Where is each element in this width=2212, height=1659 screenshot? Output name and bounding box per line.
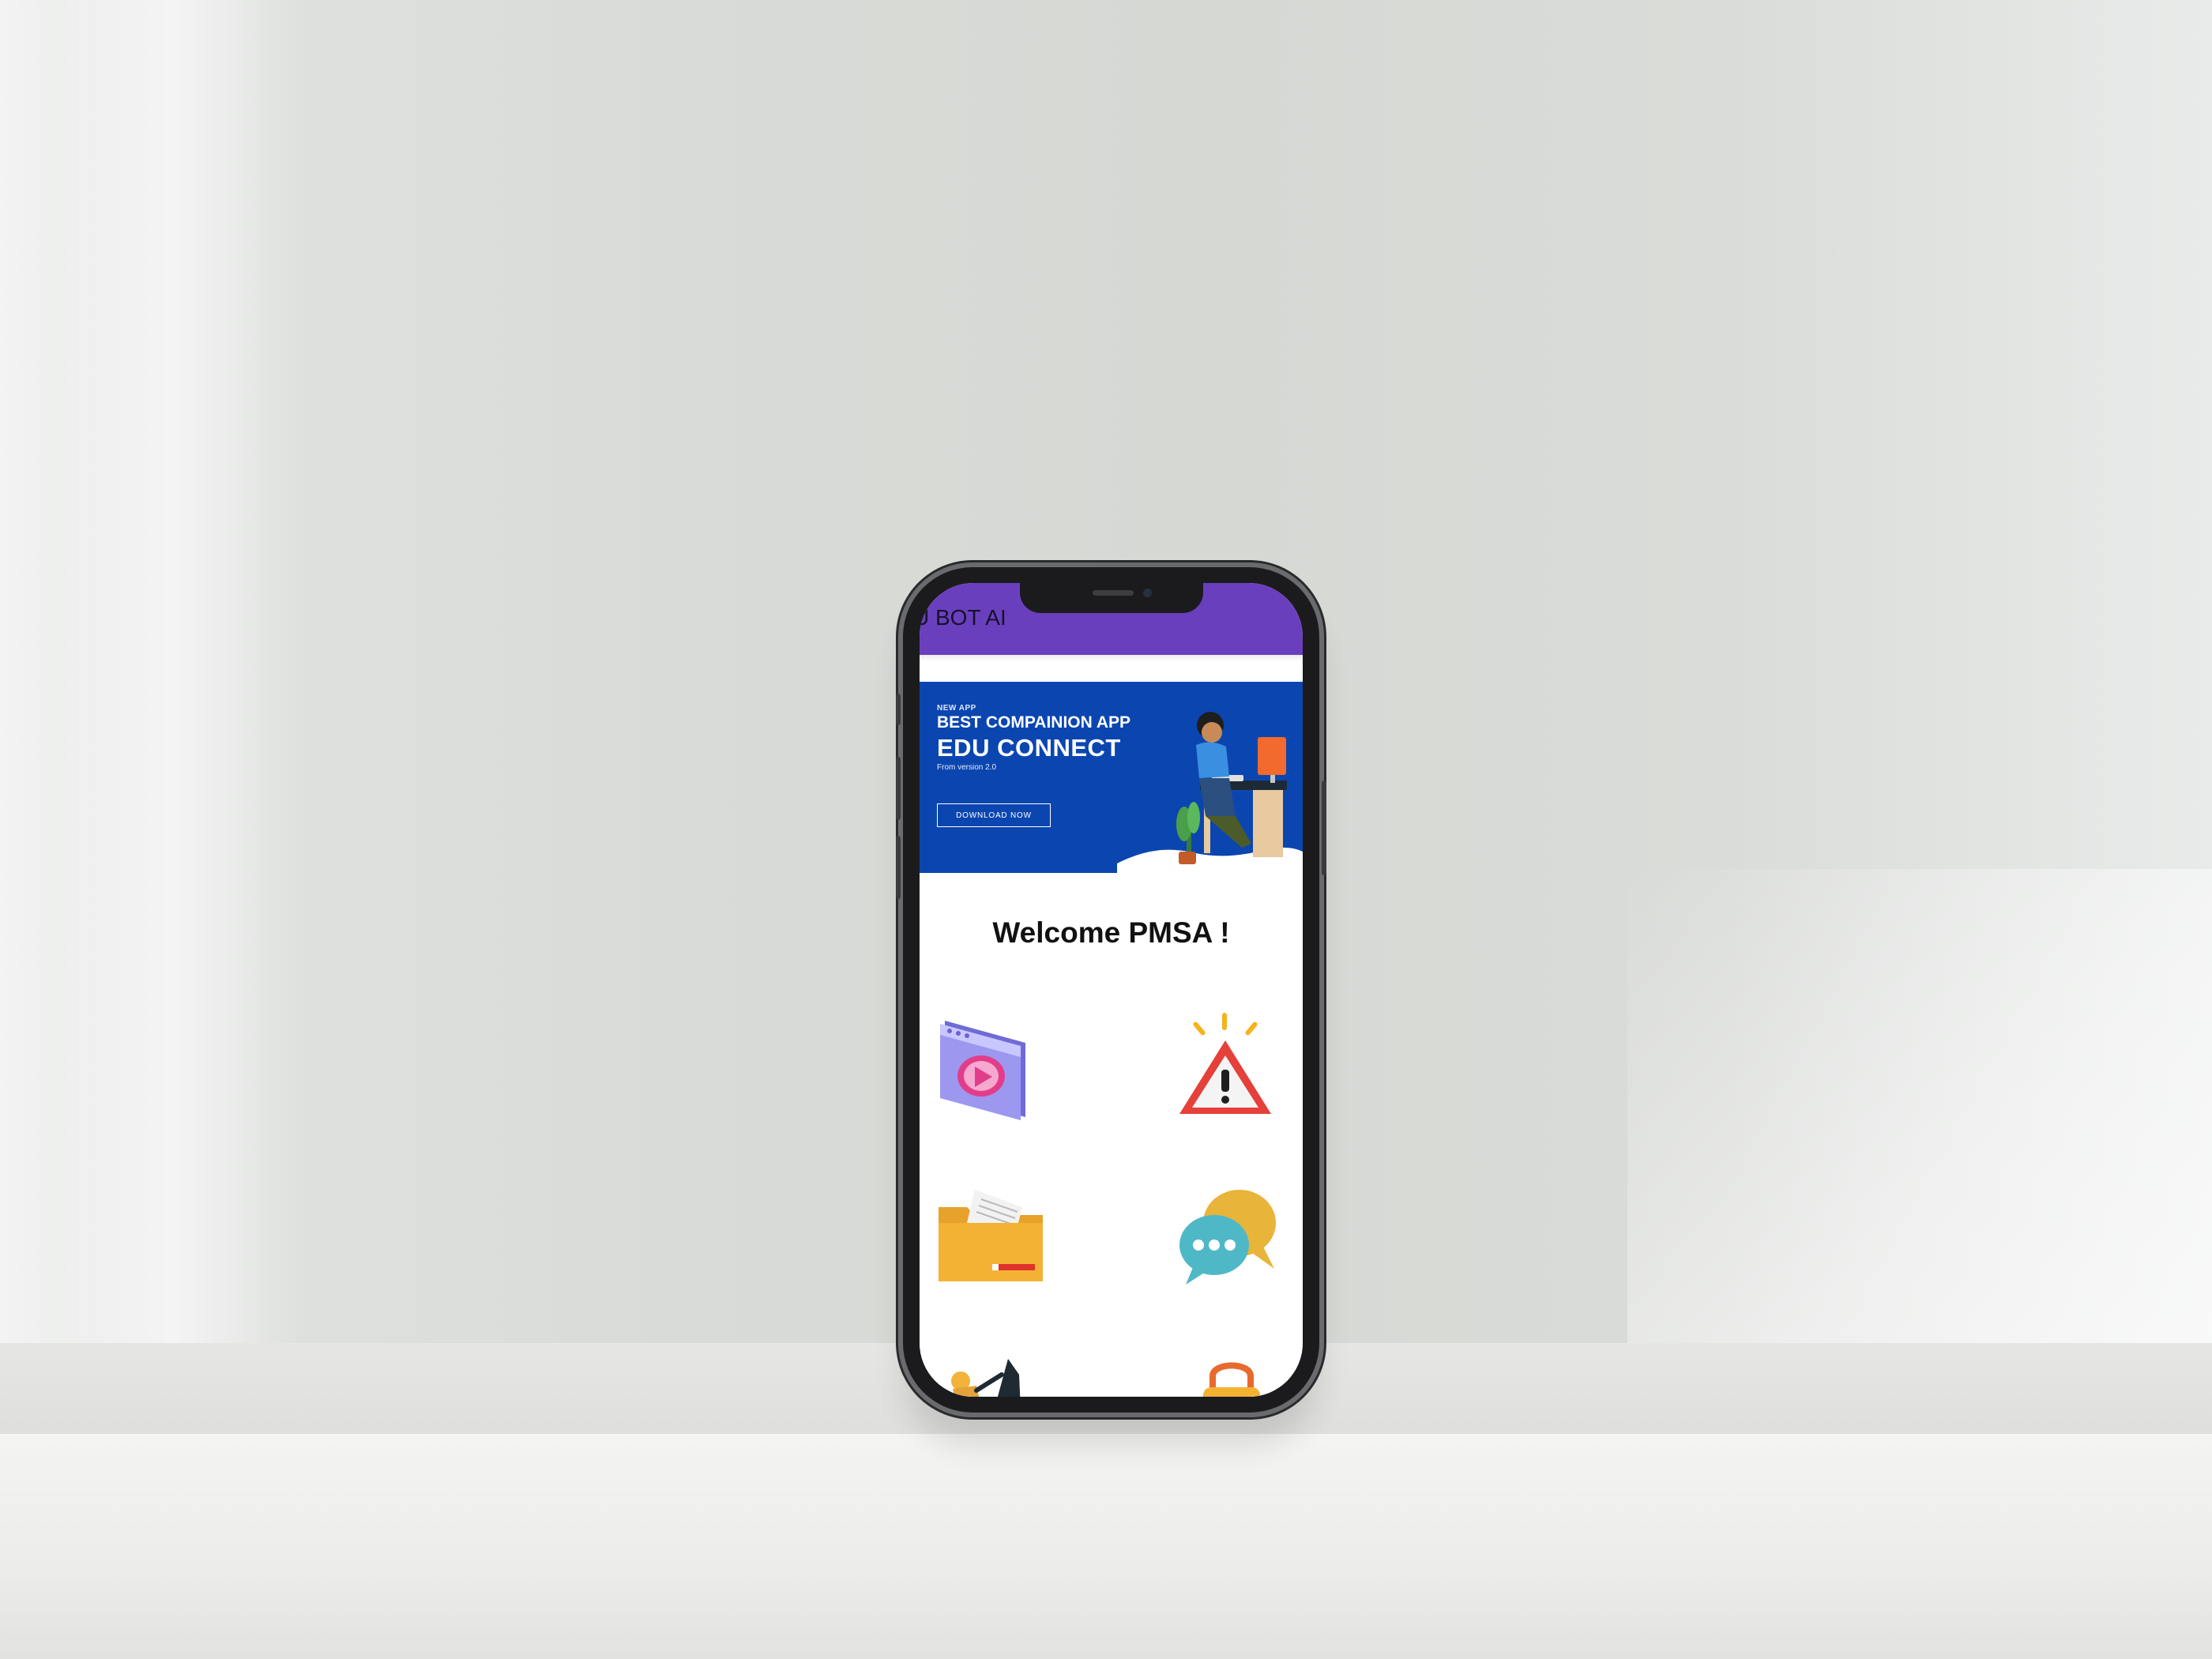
tile-security[interactable] [1121,1330,1303,1397]
padlock-icon [1203,1362,1260,1397]
person-at-desk-illustration [1117,712,1303,873]
wall-light [47,0,300,1343]
download-now-button[interactable]: DOWNLOAD NOW [937,803,1051,827]
tile-chat[interactable] [1121,1160,1303,1311]
phone-screen: U BOT AI NEW APP BEST COMPAINION APP EDU… [920,583,1303,1397]
tile-documents[interactable] [920,1160,1097,1311]
notch [1020,583,1203,613]
banner-tag: NEW APP [937,704,976,713]
chat-bubbles-icon [1179,1190,1276,1285]
promo-banner[interactable]: NEW APP BEST COMPAINION APP EDU CONNECT … [920,682,1303,873]
volume-down-button [896,836,901,899]
tile-video[interactable] [920,989,1097,1141]
wall-light [1627,869,2212,1343]
tile-hiker[interactable] [920,1330,1097,1397]
banner-subtitle: From version 2.0 [937,763,997,772]
phone-device: U BOT AI NEW APP BEST COMPAINION APP EDU… [896,567,1326,1413]
speaker-grille [1093,590,1134,596]
app-bar-shadow [920,655,1303,661]
banner-title: EDU CONNECT [937,734,1121,762]
shelf-front [0,1434,2212,1659]
mute-switch [896,694,901,725]
tile-alert[interactable] [1121,989,1303,1141]
app-title: U BOT AI [920,605,1006,630]
banner-headline: BEST COMPAINION APP [937,713,1131,732]
front-camera [1143,589,1152,597]
video-player-icon [940,1021,1025,1120]
folder-documents-icon [939,1190,1043,1281]
warning-alert-icon [1179,1013,1271,1114]
hiker-icon [951,1359,1021,1397]
volume-up-button [896,757,901,820]
welcome-heading: Welcome PMSA ! [992,916,1230,949]
power-button [1322,781,1326,875]
